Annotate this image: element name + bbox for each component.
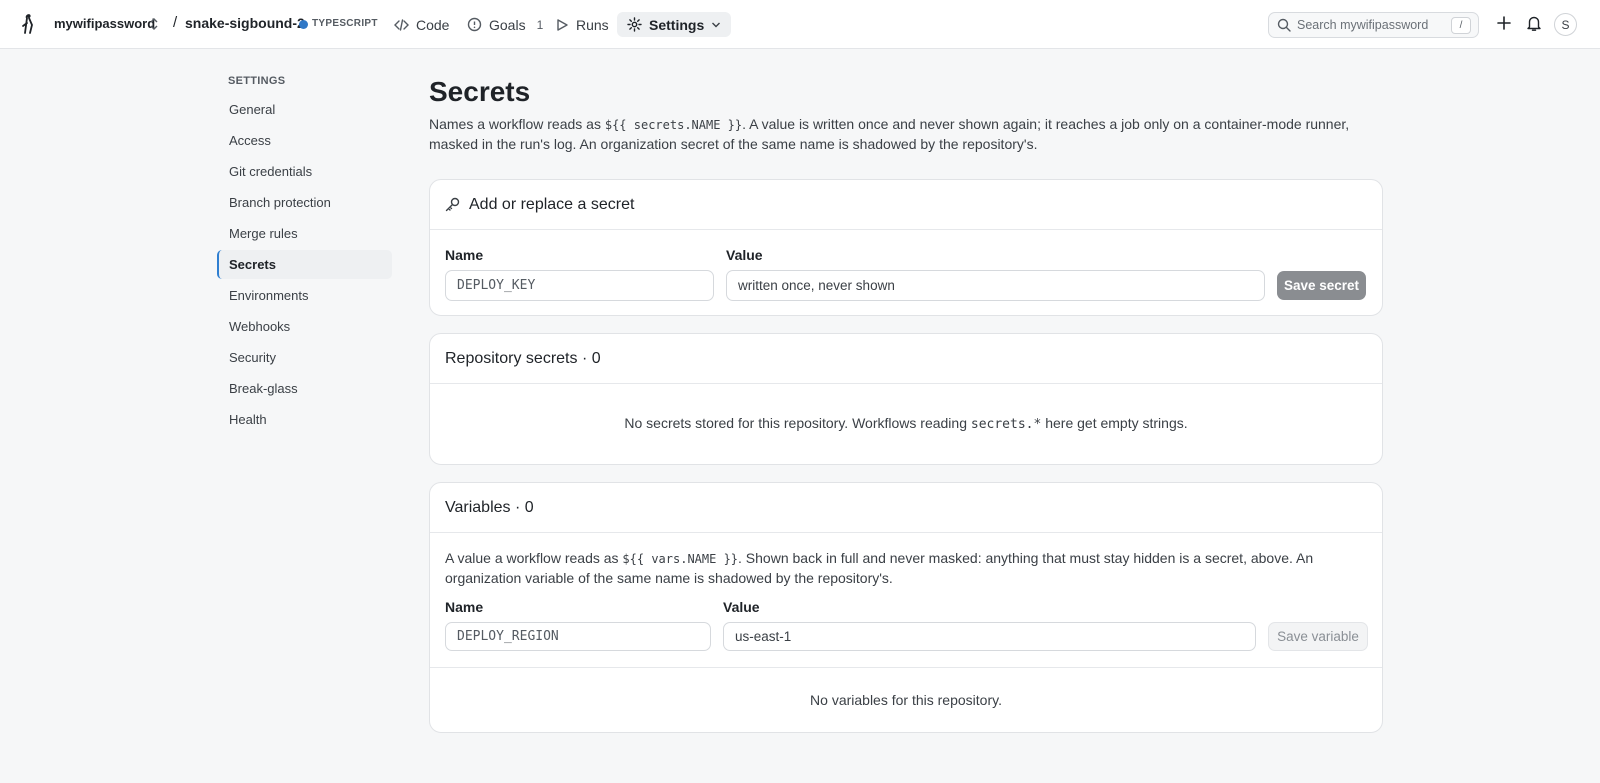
- variables-description-pre: A value a workflow reads as: [445, 550, 623, 566]
- repository-secrets-card: Repository secrets · 0 No secrets stored…: [429, 333, 1383, 465]
- nav-code[interactable]: Code: [388, 12, 455, 37]
- play-icon: [555, 18, 569, 32]
- nav-settings[interactable]: Settings: [617, 12, 732, 37]
- repository-secrets-header: Repository secrets · 0: [430, 334, 1382, 384]
- breadcrumb-separator: /: [173, 14, 178, 31]
- add-secret-header: Add or replace a secret: [430, 180, 1382, 230]
- repository-secrets-empty-message: No secrets stored for this repository. W…: [430, 415, 1382, 432]
- nav-runs-label: Runs: [576, 16, 609, 33]
- key-icon: [445, 197, 460, 212]
- code-icon: [394, 18, 409, 32]
- page-description: Names a workflow reads as ${{ secrets.NA…: [429, 115, 1369, 154]
- variables-description-code: ${{ vars.NAME }}: [622, 552, 739, 566]
- search-placeholder: Search mywifipassword: [1297, 18, 1429, 32]
- variables-header: Variables · 0: [430, 483, 1382, 533]
- nav-settings-label: Settings: [649, 16, 705, 33]
- page-title: Secrets: [429, 76, 531, 107]
- variables-title: Variables · 0: [445, 498, 534, 516]
- sidebar-heading: SETTINGS: [228, 75, 286, 87]
- nav-goals-label: Goals: [489, 16, 526, 33]
- sidebar-item-general[interactable]: General: [217, 95, 392, 124]
- save-secret-button[interactable]: Save secret: [1277, 271, 1366, 300]
- sidebar-item-git-credentials[interactable]: Git credentials: [217, 157, 392, 186]
- sidebar-item-health[interactable]: Health: [217, 405, 392, 434]
- secret-value-label: Value: [726, 247, 763, 263]
- search-input[interactable]: Search mywifipassword /: [1268, 12, 1479, 38]
- variable-name-label: Name: [445, 599, 484, 615]
- empty-message-post: here get empty strings.: [1041, 415, 1188, 431]
- add-secret-title: Add or replace a secret: [469, 195, 635, 213]
- sidebar-item-webhooks[interactable]: Webhooks: [217, 312, 392, 341]
- empty-message-pre: No secrets stored for this repository. W…: [624, 415, 971, 431]
- language-dot: [299, 20, 308, 29]
- variables-card: Variables · 0 A value a workflow reads a…: [429, 482, 1383, 733]
- repository-secrets-title: Repository secrets · 0: [445, 349, 601, 367]
- repo-name[interactable]: snake-sigbound-2: [185, 15, 305, 31]
- avatar[interactable]: S: [1554, 13, 1577, 36]
- sidebar-item-branch-protection[interactable]: Branch protection: [217, 188, 392, 217]
- search-icon: [1277, 18, 1291, 32]
- variable-value-label: Value: [723, 599, 760, 615]
- secret-name-input[interactable]: DEPLOY_KEY: [445, 270, 714, 301]
- sidebar-item-merge-rules[interactable]: Merge rules: [217, 219, 392, 248]
- nav-goals[interactable]: Goals 1: [461, 12, 549, 37]
- chevron-down-icon: [711, 21, 721, 29]
- org-name[interactable]: mywifipassword: [54, 16, 155, 31]
- gear-icon: [627, 17, 642, 32]
- circle-dot-icon: [467, 17, 482, 32]
- save-variable-button[interactable]: Save variable: [1268, 622, 1368, 651]
- sidebar-item-secrets[interactable]: Secrets: [217, 250, 392, 279]
- variable-value-input[interactable]: us-east-1: [723, 622, 1256, 651]
- variables-empty-message: No variables for this repository.: [810, 692, 1002, 708]
- search-shortcut-key: /: [1451, 17, 1471, 34]
- sidebar-item-security[interactable]: Security: [217, 343, 392, 372]
- plus-icon[interactable]: [1497, 15, 1511, 31]
- chevron-up-down-icon[interactable]: [149, 17, 159, 31]
- nav-code-label: Code: [416, 16, 450, 33]
- bell-icon[interactable]: [1526, 15, 1542, 32]
- nav-runs[interactable]: Runs: [549, 12, 615, 37]
- app-logo-icon[interactable]: [19, 13, 39, 35]
- language-label: TYPESCRIPT: [312, 18, 378, 29]
- add-secret-card: Add or replace a secret Name DEPLOY_KEY …: [429, 179, 1383, 316]
- sidebar-item-access[interactable]: Access: [217, 126, 392, 155]
- secret-value-input[interactable]: written once, never shown: [726, 270, 1265, 301]
- empty-message-code: secrets.*: [970, 417, 1042, 432]
- sidebar-item-break-glass[interactable]: Break-glass: [217, 374, 392, 403]
- page-description-code: ${{ secrets.NAME }}: [604, 118, 743, 132]
- top-bar: mywifipassword / snake-sigbound-2 TYPESC…: [0, 0, 1600, 49]
- goals-count-badge: 1: [536, 17, 544, 32]
- variables-divider: [430, 667, 1382, 668]
- page-description-pre: Names a workflow reads as: [429, 116, 605, 132]
- secret-name-label: Name: [445, 247, 484, 263]
- sidebar-item-environments[interactable]: Environments: [217, 281, 392, 310]
- variables-description: A value a workflow reads as ${{ vars.NAM…: [445, 549, 1365, 588]
- variable-name-input[interactable]: DEPLOY_REGION: [445, 622, 711, 651]
